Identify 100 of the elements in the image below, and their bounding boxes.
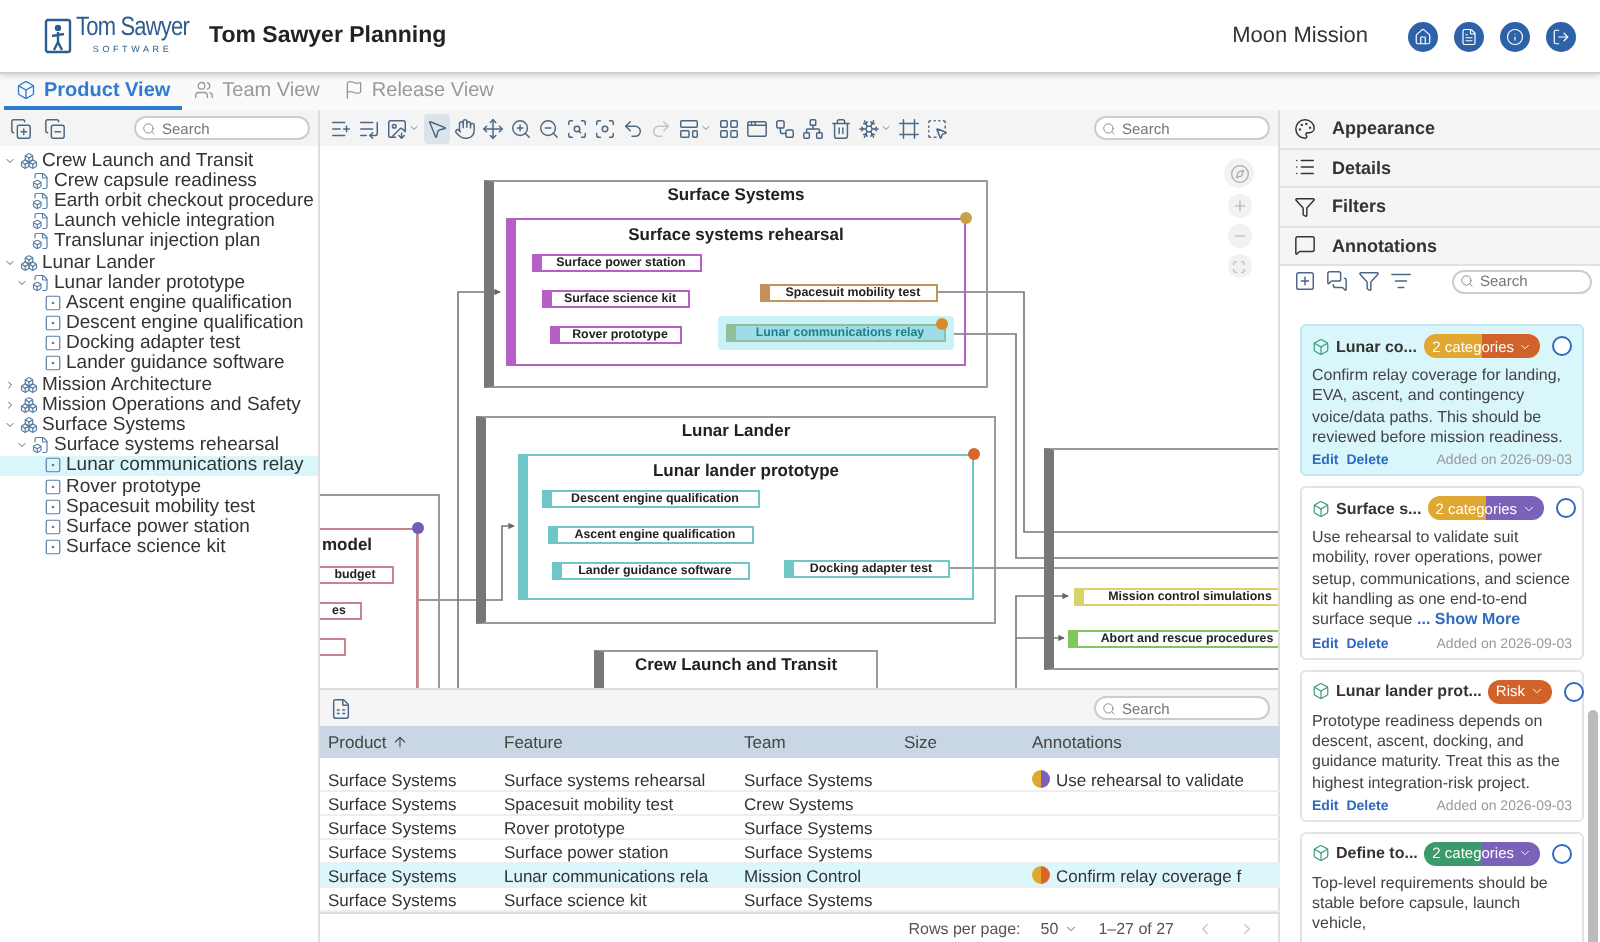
pointer-tool[interactable] (424, 113, 450, 143)
rows-per-page-select[interactable]: 50 (1040, 920, 1079, 938)
caret-icon (1521, 501, 1536, 516)
table-cell: Crew Systems (736, 792, 896, 816)
table-cell: Surface Systems (320, 888, 496, 912)
tree-item[interactable]: Surface Systems (0, 414, 318, 436)
tree-item[interactable]: Spacesuit mobility test (0, 496, 318, 517)
select-checkbox[interactable] (1552, 336, 1572, 356)
frame-tool[interactable] (896, 113, 922, 143)
chevron-down-icon (4, 153, 16, 168)
caret-icon (1518, 846, 1532, 861)
tree-item[interactable]: Ascent engine qualification (0, 292, 318, 313)
panel-section[interactable]: Annotations (1280, 227, 1600, 266)
task-icon (44, 293, 62, 312)
column-header[interactable]: Size (896, 726, 1024, 758)
document-button[interactable] (1454, 21, 1484, 51)
tree-item[interactable]: Rover prototype (0, 476, 318, 497)
filter-button[interactable] (1356, 266, 1382, 296)
info-icon (1506, 27, 1524, 45)
focus-icon (594, 117, 616, 139)
export-image-icon (386, 117, 408, 139)
rows-per-page-label: Rows per page: (908, 920, 1021, 938)
layout-icon (678, 117, 700, 139)
table-cell: Spacesuit mobility test (496, 792, 736, 816)
project-name: Moon Mission (1232, 24, 1368, 48)
tree-item[interactable]: Crew Launch and Transit (0, 150, 318, 171)
table-cell: Surface science kit (496, 888, 736, 912)
table-cell: Lunar communications rela (496, 864, 736, 888)
annotation-title: Surface s... (1336, 499, 1422, 518)
tree-item[interactable]: Mission Architecture (0, 374, 318, 395)
append-row-icon (358, 117, 380, 139)
move-tool[interactable] (480, 113, 506, 143)
product-icon (20, 416, 38, 435)
zoom-out-icon (538, 117, 560, 139)
collapse-all-button[interactable] (42, 113, 68, 143)
expand-all-button[interactable] (8, 113, 34, 143)
feature-title: Lunar lander prototype (650, 460, 842, 480)
table-cell: Surface systems rehearsal (496, 768, 736, 792)
annotation-card[interactable] (1300, 486, 1584, 660)
comment-icon (1294, 234, 1316, 257)
tree-item[interactable]: Crew capsule readiness (0, 170, 318, 191)
annotation-title: Lunar lander prot... (1336, 682, 1482, 701)
filter-icon (1358, 270, 1380, 292)
tree-item[interactable]: Lunar lander prototype (0, 272, 318, 293)
delete-button[interactable] (828, 113, 854, 143)
undo-icon (622, 117, 644, 139)
snowflake-icon (858, 117, 880, 139)
tree-item[interactable]: Descent engine qualification (0, 313, 318, 334)
home-button[interactable] (1408, 21, 1438, 51)
comments-button[interactable] (1324, 266, 1350, 296)
hierarchy-icon (802, 117, 824, 139)
cube-icon (1312, 499, 1330, 518)
panel-section[interactable]: Details (1280, 149, 1600, 188)
table-cell: Surface Systems (320, 816, 496, 840)
home-icon (1414, 27, 1432, 45)
column-header[interactable]: Annotations (1024, 726, 1280, 758)
tree-item[interactable]: Surface power station (0, 516, 318, 538)
scrollbar-thumb[interactable] (1588, 710, 1598, 942)
tree-item[interactable]: Launch vehicle integration (0, 211, 318, 232)
spreadsheet-icon (330, 697, 352, 719)
show-more-link[interactable]: ... Show More (1417, 610, 1521, 629)
caret-icon (700, 122, 712, 134)
pan-tool[interactable] (452, 113, 478, 143)
annotation-text: Use rehearsal to validate (1056, 769, 1245, 789)
comments-icon (1326, 270, 1348, 292)
product-icon (20, 253, 38, 272)
logout-button[interactable] (1546, 21, 1576, 51)
tree-item[interactable]: Docking adapter test (0, 333, 318, 354)
feature-title: model (322, 534, 373, 554)
select-checkbox[interactable] (1555, 498, 1576, 519)
panel-section[interactable]: Appearance (1280, 110, 1600, 149)
panel-section[interactable]: Filters (1280, 188, 1600, 227)
cube-icon (1312, 844, 1330, 863)
palette-icon (1294, 117, 1316, 140)
annotation-title: Lunar co... (1336, 337, 1419, 355)
info-button[interactable] (1500, 21, 1530, 51)
column-header[interactable]: Feature (496, 726, 736, 758)
table-cell: Surface Systems (320, 768, 496, 792)
tree-item[interactable]: Lander guidance software (0, 353, 318, 375)
tree-item[interactable]: Translunar injection plan (0, 231, 318, 252)
add-annotation-button[interactable] (1292, 266, 1318, 296)
export-button[interactable] (328, 693, 354, 723)
tree-item[interactable]: Lunar Lander (0, 251, 318, 273)
select-checkbox[interactable] (1563, 681, 1583, 702)
tree-item[interactable]: Surface systems rehearsal (0, 435, 318, 456)
column-header[interactable]: Team (736, 726, 896, 758)
tree-item[interactable]: Surface science kit (0, 537, 318, 558)
feature-icon (32, 212, 50, 231)
tree-item[interactable]: Mission Operations and Safety (0, 394, 318, 415)
table-cell: Mission Control (736, 864, 896, 888)
search-icon (142, 121, 156, 135)
delete-icon (830, 117, 852, 139)
search-icon (1102, 701, 1116, 715)
chevron-right-icon (1238, 920, 1256, 938)
tree-item[interactable]: Lunar communications relay (0, 455, 318, 476)
table-cell: Surface Systems (736, 888, 896, 912)
tree-item[interactable]: Earth orbit checkout procedure (0, 190, 318, 212)
column-header[interactable]: Product (320, 726, 496, 758)
select-checkbox[interactable] (1552, 843, 1572, 864)
hierarchy-tool[interactable] (800, 113, 826, 143)
